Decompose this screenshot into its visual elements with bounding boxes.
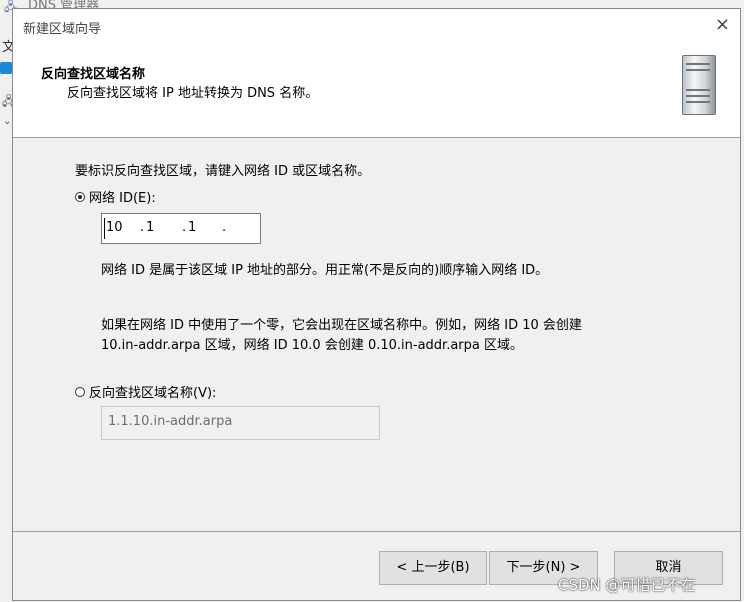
page-subtitle: 反向查找区域将 IP 地址转换为 DNS 名称。: [67, 86, 319, 101]
server-icon: [682, 55, 716, 115]
chevron-down-icon: ⌄: [3, 116, 12, 127]
zero-note-line-1: 如果在网络 ID 中使用了一个零，它会出现在区域名称中。例如，网络 ID 10 …: [101, 318, 582, 333]
zero-note-line-2: 10.in-addr.arpa 区域，网络 ID 10.0 会创建 0.10.i…: [101, 338, 523, 353]
network-id-help-text: 网络 ID 是属于该区域 IP 地址的部分。用正常(不是反向的)顺序输入网络 I…: [101, 263, 549, 278]
text-caret: [104, 218, 105, 239]
dialog-titlebar: 新建区域向导 ×: [13, 9, 740, 43]
instruction-text: 要标识反向查找区域，请键入网络 ID 或区域名称。: [75, 164, 371, 179]
ip-dot-3: .: [222, 220, 227, 235]
dialog-title: 新建区域向导: [23, 22, 102, 37]
footer-divider: [13, 531, 740, 532]
wizard-header: 反向查找区域名称 反向查找区域将 IP 地址转换为 DNS 名称。: [13, 43, 740, 138]
page-title: 反向查找区域名称: [41, 67, 146, 82]
back-button[interactable]: < 上一步(B): [379, 551, 487, 585]
network-id-label[interactable]: 网络 ID(E):: [89, 187, 156, 206]
zone-name-value: 1.1.10.in-addr.arpa: [108, 414, 233, 429]
network-id-input[interactable]: 10 . 1 . 1 .: [101, 213, 261, 244]
back-arrow-icon: [0, 62, 12, 74]
close-icon[interactable]: ×: [715, 15, 730, 35]
new-zone-wizard-dialog: 新建区域向导 × 反向查找区域名称 反向查找区域将 IP 地址转换为 DNS 名…: [12, 8, 741, 601]
ip-dot-2: .: [182, 220, 187, 235]
zone-name-label[interactable]: 反向查找区域名称(V):: [89, 382, 216, 401]
watermark: CSDN @可惜已不在: [558, 576, 696, 594]
ip-octet-2[interactable]: 1: [146, 220, 154, 235]
ip-octet-1[interactable]: 10: [106, 220, 123, 235]
ip-octet-3[interactable]: 1: [188, 220, 196, 235]
zone-name-radio[interactable]: [75, 387, 85, 397]
network-id-radio[interactable]: [75, 192, 85, 202]
zone-name-input[interactable]: 1.1.10.in-addr.arpa: [101, 406, 380, 440]
ip-dot-1: .: [140, 220, 145, 235]
